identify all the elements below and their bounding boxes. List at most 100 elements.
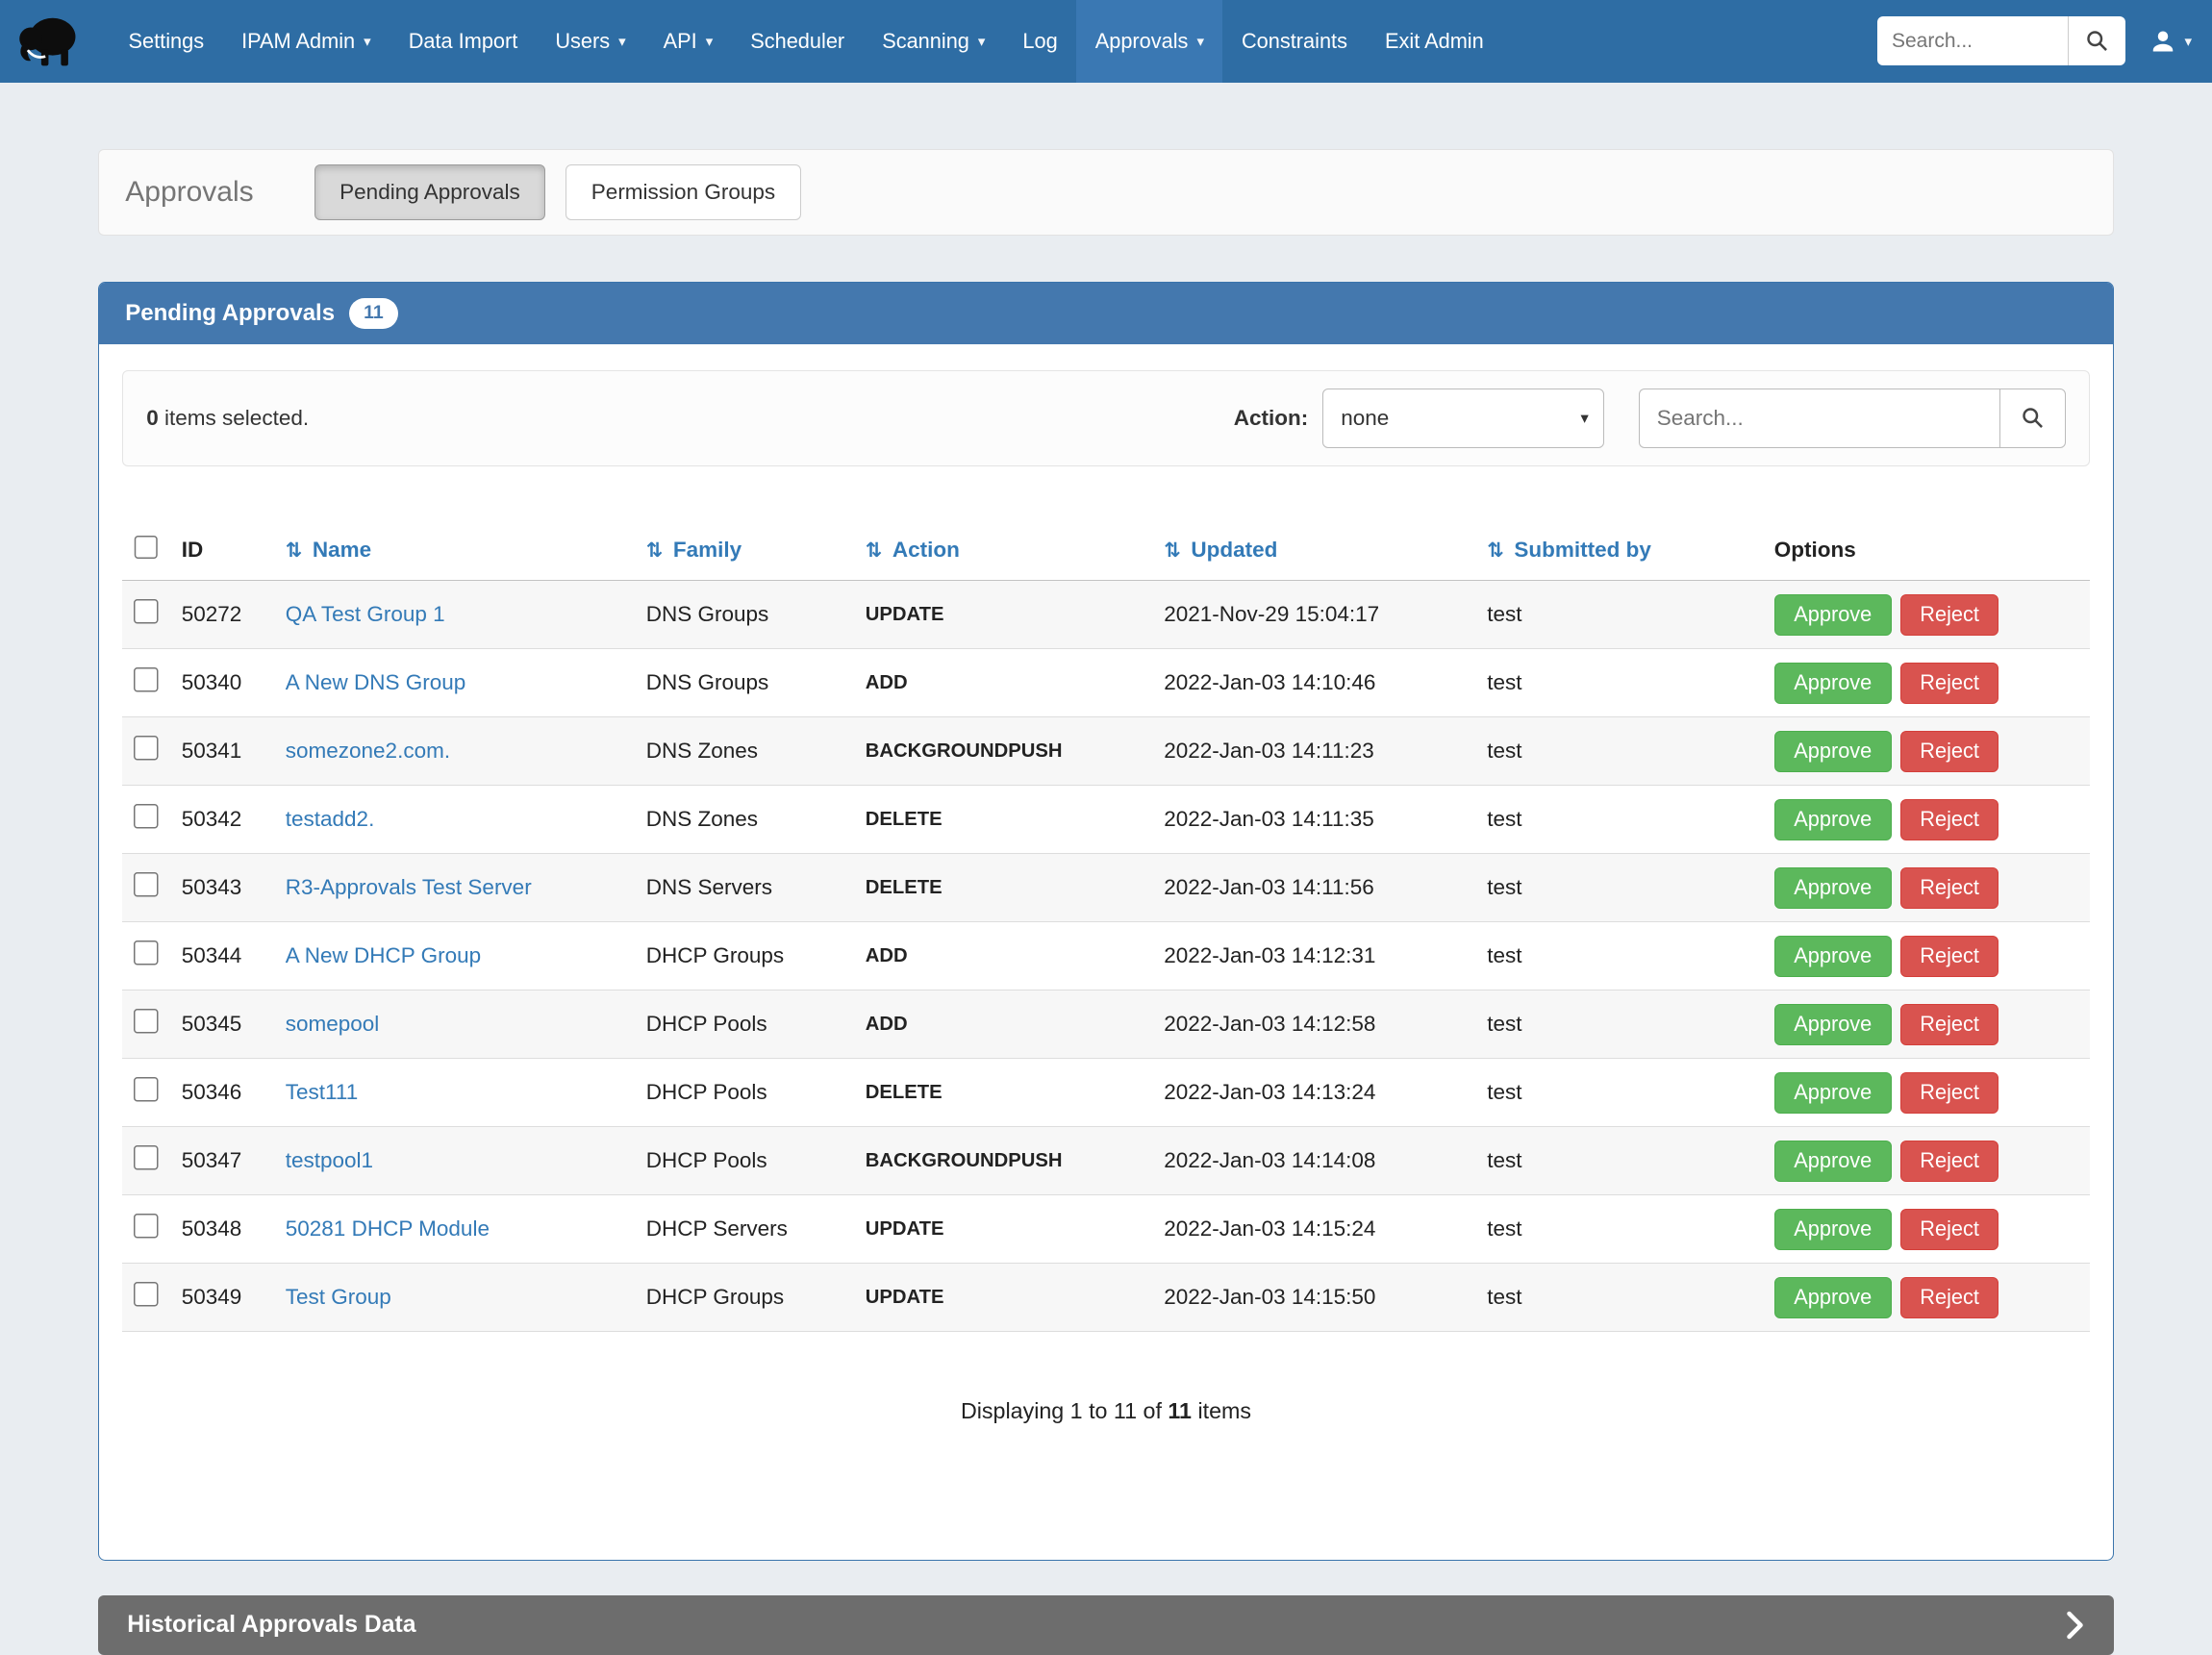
nav-item-exit-admin[interactable]: Exit Admin [1366,0,1502,83]
row-id: 50272 [170,581,274,649]
view-tabs: Pending Approvals Permission Groups [314,164,801,220]
reject-button[interactable]: Reject [1900,1004,1999,1045]
approve-button[interactable]: Approve [1774,867,1892,909]
sort-icon: ⇅ [646,539,664,562]
row-checkbox[interactable] [134,667,159,692]
row-name-link[interactable]: A New DHCP Group [286,943,481,967]
table-search-input[interactable] [1639,389,1999,448]
row-checkbox[interactable] [134,1009,159,1034]
row-family: DHCP Groups [635,1264,854,1332]
col-header-updated[interactable]: ⇅Updated [1152,521,1475,581]
tab-permission-groups[interactable]: Permission Groups [566,164,800,220]
reject-button[interactable]: Reject [1900,867,1999,909]
row-name-link[interactable]: Test111 [286,1080,358,1104]
table-footer: Displaying 1 to 11 of 11 items [122,1398,2090,1560]
row-name-link[interactable]: testadd2. [286,807,375,831]
nav-item-scheduler[interactable]: Scheduler [732,0,864,83]
nav-item-api[interactable]: API▾ [644,0,732,83]
table-row: 50345 somepool DHCP Pools ADD 2022-Jan-0… [122,990,2090,1059]
table-row: 50341 somezone2.com. DNS Zones BACKGROUN… [122,717,2090,786]
row-name-link[interactable]: somezone2.com. [286,739,450,763]
action-label: Action: [1234,406,1309,431]
reject-button[interactable]: Reject [1900,1209,1999,1250]
navbar-search-input[interactable] [1877,16,2068,65]
nav-item-ipam-admin[interactable]: IPAM Admin▾ [223,0,390,83]
row-id: 50347 [170,1127,274,1195]
table-search-button[interactable] [1999,389,2066,448]
select-all-checkbox[interactable] [134,536,159,561]
row-updated: 2022-Jan-03 14:14:08 [1152,1127,1475,1195]
row-name-link[interactable]: somepool [286,1012,380,1036]
row-name-link[interactable]: Test Group [286,1285,391,1309]
table-row: 50346 Test111 DHCP Pools DELETE 2022-Jan… [122,1059,2090,1127]
row-checkbox[interactable] [134,1145,159,1170]
approve-button[interactable]: Approve [1774,663,1892,704]
reject-button[interactable]: Reject [1900,731,1999,772]
reject-button[interactable]: Reject [1900,799,1999,840]
approve-button[interactable]: Approve [1774,594,1892,636]
approve-button[interactable]: Approve [1774,1209,1892,1250]
approve-button[interactable]: Approve [1774,1277,1892,1318]
row-id: 50340 [170,649,274,717]
col-header-submitted-by[interactable]: ⇅Submitted by [1475,521,1763,581]
row-submitted-by: test [1475,581,1763,649]
row-family: DHCP Pools [635,1059,854,1127]
row-submitted-by: test [1475,922,1763,990]
approve-button[interactable]: Approve [1774,1141,1892,1182]
row-action: UPDATE [854,1264,1153,1332]
row-checkbox[interactable] [134,736,159,761]
table-row: 50343 R3-Approvals Test Server DNS Serve… [122,854,2090,922]
reject-button[interactable]: Reject [1900,663,1999,704]
reject-button[interactable]: Reject [1900,1072,1999,1114]
user-menu[interactable]: ▾ [2149,27,2192,56]
action-select[interactable]: none ▾ [1322,389,1604,448]
mammoth-logo-icon [16,11,83,71]
col-header-family[interactable]: ⇅Family [635,521,854,581]
row-updated: 2022-Jan-03 14:12:58 [1152,990,1475,1059]
nav-item-approvals[interactable]: Approvals▾ [1076,0,1222,83]
row-submitted-by: test [1475,717,1763,786]
row-name-link[interactable]: 50281 DHCP Module [286,1216,490,1241]
row-name-link[interactable]: R3-Approvals Test Server [286,875,532,899]
approve-button[interactable]: Approve [1774,1004,1892,1045]
historical-title: Historical Approvals Data [127,1612,415,1639]
reject-button[interactable]: Reject [1900,1141,1999,1182]
nav-item-constraints[interactable]: Constraints [1222,0,1366,83]
chevron-right-icon [2065,1611,2085,1640]
approve-button[interactable]: Approve [1774,936,1892,977]
reject-button[interactable]: Reject [1900,594,1999,636]
historical-approvals-bar[interactable]: Historical Approvals Data [98,1595,2114,1655]
row-checkbox[interactable] [134,940,159,965]
row-updated: 2022-Jan-03 14:11:23 [1152,717,1475,786]
col-header-action[interactable]: ⇅Action [854,521,1153,581]
provision-mammoth-logo[interactable] [14,10,84,73]
nav-item-log[interactable]: Log [1004,0,1076,83]
reject-button[interactable]: Reject [1900,936,1999,977]
row-action: BACKGROUNDPUSH [854,717,1153,786]
row-checkbox[interactable] [134,872,159,897]
search-icon [2084,28,2110,54]
row-checkbox[interactable] [134,1282,159,1307]
panel-title: Pending Approvals [125,300,335,327]
tab-pending-approvals[interactable]: Pending Approvals [314,164,546,220]
approve-button[interactable]: Approve [1774,799,1892,840]
row-checkbox[interactable] [134,804,159,829]
nav-item-data-import[interactable]: Data Import [390,0,537,83]
row-action: BACKGROUNDPUSH [854,1127,1153,1195]
approve-button[interactable]: Approve [1774,731,1892,772]
nav-item-settings[interactable]: Settings [110,0,223,83]
navbar-search-button[interactable] [2068,16,2125,65]
nav-item-scanning[interactable]: Scanning▾ [864,0,1004,83]
row-action: UPDATE [854,1195,1153,1264]
nav-item-users[interactable]: Users▾ [537,0,644,83]
row-name-link[interactable]: testpool1 [286,1148,373,1172]
row-checkbox[interactable] [134,1214,159,1239]
reject-button[interactable]: Reject [1900,1277,1999,1318]
selected-count-text: 0 items selected. [146,406,309,431]
row-name-link[interactable]: QA Test Group 1 [286,602,445,626]
row-checkbox[interactable] [134,1077,159,1102]
row-checkbox[interactable] [134,599,159,624]
approve-button[interactable]: Approve [1774,1072,1892,1114]
row-name-link[interactable]: A New DNS Group [286,670,466,694]
col-header-name[interactable]: ⇅Name [274,521,635,581]
